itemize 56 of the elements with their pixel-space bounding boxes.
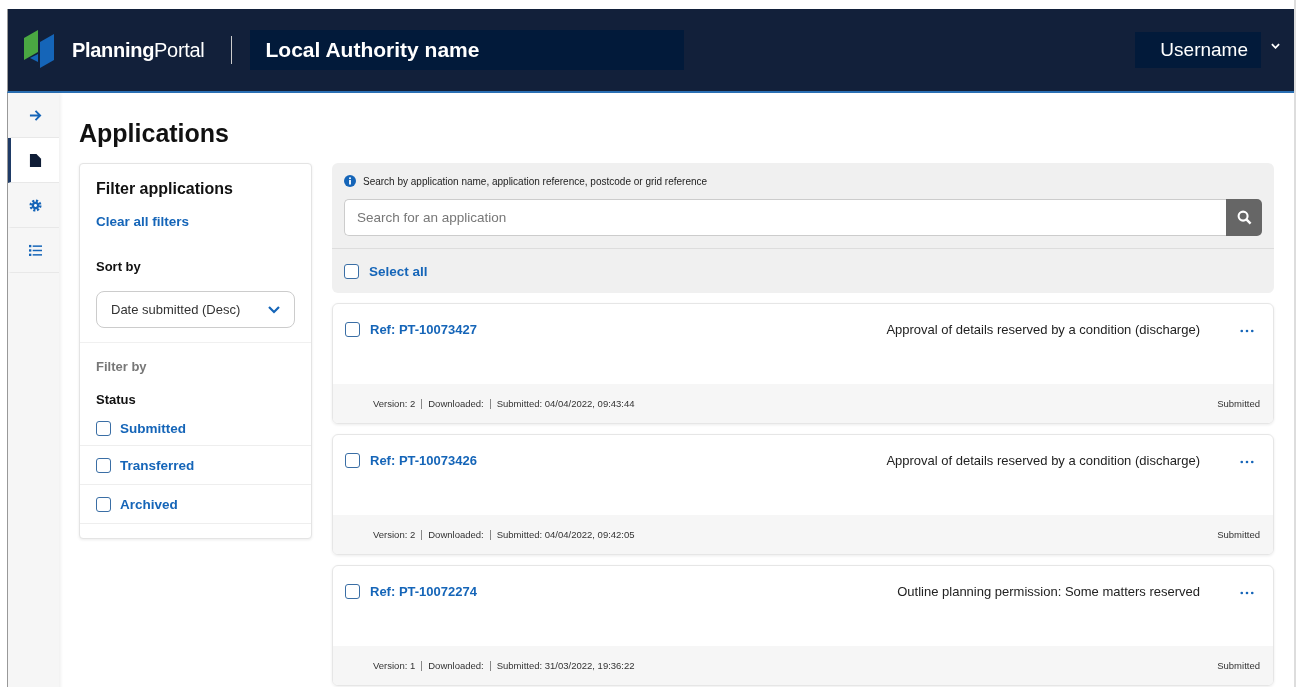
chevron-icon <box>268 305 280 314</box>
status-option[interactable]: Transferred <box>120 457 195 473</box>
application-ref-link[interactable]: Ref: PT-10072274 <box>370 584 888 599</box>
application-type: Outline planning permission: Some matters reserved <box>897 584 1200 599</box>
version-text: Version: 1 <box>373 660 416 671</box>
search-hint: Search by application name, application reference, postcode or grid reference <box>363 175 708 187</box>
sort-label: Sort by <box>96 259 142 274</box>
status-option[interactable]: Submitted <box>120 420 186 436</box>
filter-title: Filter applications <box>96 180 234 198</box>
application-ref-link[interactable]: Ref: PT-10073427 <box>370 322 877 337</box>
list-nav-button[interactable] <box>8 228 59 273</box>
checkbox[interactable] <box>96 420 111 436</box>
downloaded-text: Downloaded: <box>428 529 484 540</box>
status-text: Submitted <box>1217 660 1260 671</box>
more-options-icon[interactable] <box>1240 460 1254 464</box>
version-text: Version: 2 <box>373 398 416 409</box>
checkbox[interactable] <box>345 453 360 468</box>
submitted-date: Submitted: 31/03/2022, 19:36:22 <box>496 660 635 671</box>
more-options-icon[interactable] <box>1240 329 1254 333</box>
submitted-date: Submitted: 04/04/2022, 09:43:44 <box>496 398 635 409</box>
application-type: Approval of details reserved by a condition (discharge) <box>886 322 1200 337</box>
document-icon[interactable] <box>28 153 42 167</box>
arrow-right-icon[interactable] <box>28 108 42 122</box>
version-text: Version: 2 <box>373 529 416 540</box>
status-option[interactable]: Archived <box>120 496 178 512</box>
info-icon <box>344 175 356 187</box>
checkbox[interactable] <box>344 263 359 279</box>
page-title: Applications <box>79 119 230 148</box>
checkbox[interactable] <box>345 584 360 599</box>
status-text: Submitted <box>1217 398 1260 409</box>
settings-icon[interactable] <box>28 198 42 212</box>
brand-name: PlanningPortal <box>72 38 205 62</box>
list-icon[interactable] <box>28 243 42 257</box>
applications-nav-button[interactable] <box>8 138 59 183</box>
checkbox[interactable] <box>345 322 360 337</box>
downloaded-text: Downloaded: <box>428 398 484 409</box>
caret-icon[interactable] <box>1271 43 1280 49</box>
checkbox[interactable] <box>96 457 111 473</box>
application-ref-link[interactable]: Ref: PT-10073426 <box>370 453 877 468</box>
downloaded-text: Downloaded: <box>428 660 484 671</box>
sort-dropdown[interactable]: Date submitted (Desc) <box>96 291 295 328</box>
search-field[interactable]: Search for an application <box>344 199 1226 236</box>
status-text: Submitted <box>1217 529 1260 540</box>
select-all-label[interactable]: Select all <box>369 263 428 279</box>
user-menu[interactable]: Username <box>1135 32 1261 68</box>
search-icon[interactable] <box>1236 210 1252 225</box>
authority-name: Local Authority name <box>249 30 684 70</box>
filter-by-label: Filter by <box>96 359 148 374</box>
checkbox[interactable] <box>96 496 111 512</box>
search-button[interactable] <box>1226 199 1262 236</box>
application-type: Approval of details reserved by a condition (discharge) <box>886 453 1200 468</box>
settings-nav-button[interactable] <box>8 183 59 228</box>
status-label: Status <box>96 392 137 407</box>
clear-filters-link[interactable]: Clear all filters <box>96 214 295 229</box>
submitted-date: Submitted: 04/04/2022, 09:42:05 <box>496 529 635 540</box>
more-options-icon[interactable] <box>1240 591 1254 595</box>
